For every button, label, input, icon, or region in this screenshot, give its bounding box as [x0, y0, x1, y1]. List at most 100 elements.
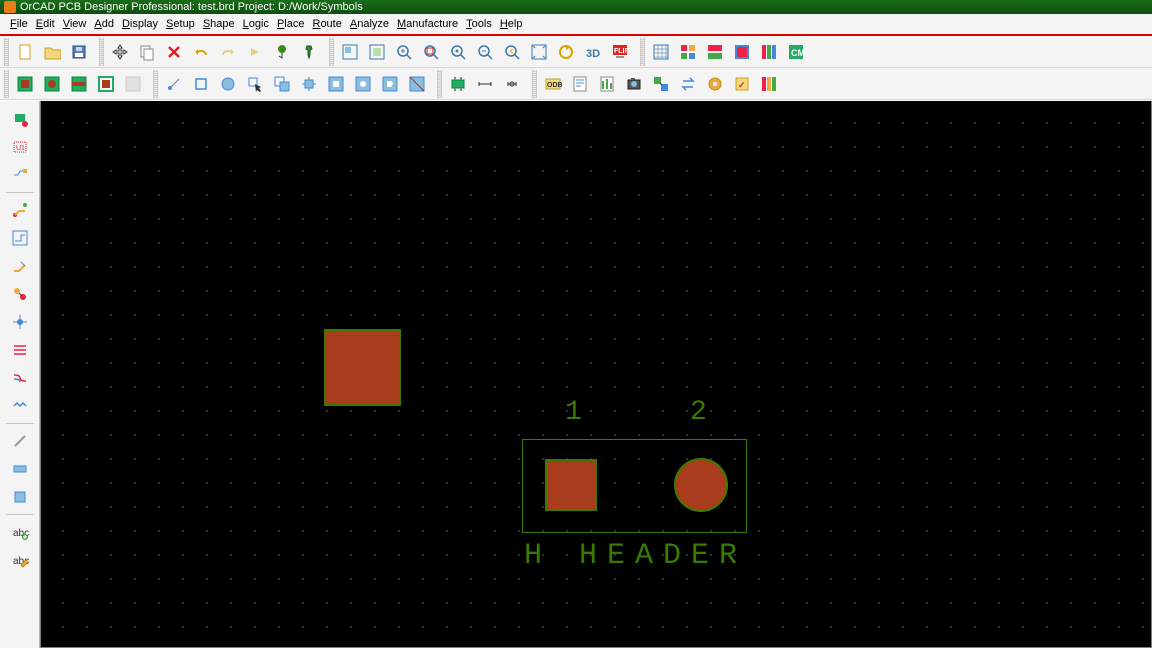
camera-button[interactable]: [621, 71, 647, 97]
connect-tool[interactable]: [6, 457, 34, 481]
zoom-in-button[interactable]: [391, 39, 417, 65]
slide-tool[interactable]: [6, 254, 34, 278]
place-component-button[interactable]: [445, 71, 471, 97]
autoroute-tool[interactable]: [6, 226, 34, 250]
menu-logic[interactable]: Logic: [243, 18, 269, 30]
dim-h-button[interactable]: [472, 71, 498, 97]
pin-2-label: 2: [690, 397, 709, 428]
layers-button[interactable]: [756, 71, 782, 97]
grid-toggle-button[interactable]: [648, 39, 674, 65]
placement-edit-icon: [11, 110, 29, 128]
pad-pin-1[interactable]: [545, 459, 597, 511]
cm-button[interactable]: [783, 39, 809, 65]
toolbars: [0, 36, 1152, 100]
placement-edit-tool[interactable]: [6, 107, 34, 131]
zfull-icon: [530, 43, 548, 61]
route-tool[interactable]: [6, 198, 34, 222]
color4-button[interactable]: [756, 39, 782, 65]
pin-button[interactable]: [296, 39, 322, 65]
new-file-button[interactable]: [12, 39, 38, 65]
delete-button[interactable]: [161, 39, 187, 65]
via-tool[interactable]: [6, 282, 34, 306]
save-file-button[interactable]: [66, 39, 92, 65]
dim-v-button[interactable]: [499, 71, 525, 97]
palette3-icon: [733, 43, 751, 61]
shape-void-circ-button[interactable]: [350, 71, 376, 97]
sq-icon: [192, 75, 210, 93]
zoom-window-button[interactable]: [337, 39, 363, 65]
color1-button[interactable]: [675, 39, 701, 65]
shape-tool[interactable]: [6, 485, 34, 509]
menu-analyze[interactable]: Analyze: [350, 18, 389, 30]
cline-tool[interactable]: [6, 429, 34, 453]
app-icon: [4, 1, 16, 13]
symbol-edit-tool[interactable]: [6, 135, 34, 159]
text-add-tool[interactable]: [6, 520, 34, 544]
crossprobe-button[interactable]: [648, 71, 674, 97]
menu-tools[interactable]: Tools: [466, 18, 492, 30]
shape-copy-button[interactable]: [269, 71, 295, 97]
fanout-icon: [11, 313, 29, 331]
fanout-tool[interactable]: [6, 310, 34, 334]
refresh-button[interactable]: [553, 39, 579, 65]
zoom-out-sel-button[interactable]: [418, 39, 444, 65]
menu-edit[interactable]: Edit: [36, 18, 55, 30]
undo-button[interactable]: [188, 39, 214, 65]
shape-circle-button[interactable]: [215, 71, 241, 97]
shape-rect-button[interactable]: [188, 71, 214, 97]
zoom-out-button[interactable]: [472, 39, 498, 65]
menu-add[interactable]: Add: [94, 18, 114, 30]
layer-bottom-button[interactable]: [66, 71, 92, 97]
menu-setup[interactable]: Setup: [166, 18, 195, 30]
menu-shape[interactable]: Shape: [203, 18, 235, 30]
highlight-button[interactable]: [702, 71, 728, 97]
menu-route[interactable]: Route: [312, 18, 341, 30]
spread-tool[interactable]: [6, 338, 34, 362]
design-canvas[interactable]: 1 2 H HEADER: [40, 101, 1152, 648]
zoutsel-icon: [422, 43, 440, 61]
layer-outline-button[interactable]: [93, 71, 119, 97]
shape-trim-button[interactable]: [404, 71, 430, 97]
menu-file[interactable]: File: [10, 18, 28, 30]
menu-manufacture[interactable]: Manufacture: [397, 18, 458, 30]
shape-expand-button[interactable]: [296, 71, 322, 97]
swap-button[interactable]: [675, 71, 701, 97]
menu-help[interactable]: Help: [500, 18, 523, 30]
design-check-button[interactable]: [567, 71, 593, 97]
menubar: File Edit View Add Display Setup Shape Logic Pla…: [0, 14, 1152, 36]
move-button[interactable]: [107, 39, 133, 65]
move-icon: [111, 43, 129, 61]
diff-pair-tool[interactable]: [6, 366, 34, 390]
color2-button[interactable]: [702, 39, 728, 65]
menu-display[interactable]: Display: [122, 18, 158, 30]
menu-place[interactable]: Place: [277, 18, 305, 30]
odb-out-button[interactable]: [540, 71, 566, 97]
palette1-icon: [679, 43, 697, 61]
pad-pin-2[interactable]: [674, 458, 728, 512]
text-edit-tool[interactable]: [6, 548, 34, 572]
flip-button[interactable]: [607, 39, 633, 65]
shape-void-poly-button[interactable]: [377, 71, 403, 97]
report-button[interactable]: [594, 71, 620, 97]
goto-button[interactable]: [269, 39, 295, 65]
layer-plane-button[interactable]: [39, 71, 65, 97]
delay-tool[interactable]: [6, 394, 34, 418]
zoom-fit-button[interactable]: [364, 39, 390, 65]
dimv-icon: [503, 75, 521, 93]
shape-pick-button[interactable]: [242, 71, 268, 97]
drc-check-button[interactable]: [729, 71, 755, 97]
layer-top-button[interactable]: [12, 71, 38, 97]
3d-view-button[interactable]: [580, 39, 606, 65]
net-edit-tool[interactable]: [6, 163, 34, 187]
zoom-full-button[interactable]: [526, 39, 552, 65]
color3-button[interactable]: [729, 39, 755, 65]
shape-void-rect-button[interactable]: [323, 71, 349, 97]
zoom-center-button[interactable]: [445, 39, 471, 65]
open-file-button[interactable]: [39, 39, 65, 65]
copy-button[interactable]: [134, 39, 160, 65]
menu-view[interactable]: View: [63, 18, 87, 30]
shape-point-button[interactable]: [161, 71, 187, 97]
zoom-prev-button[interactable]: [499, 39, 525, 65]
loose-pad-square[interactable]: [324, 329, 401, 406]
dimh-icon: [476, 75, 494, 93]
